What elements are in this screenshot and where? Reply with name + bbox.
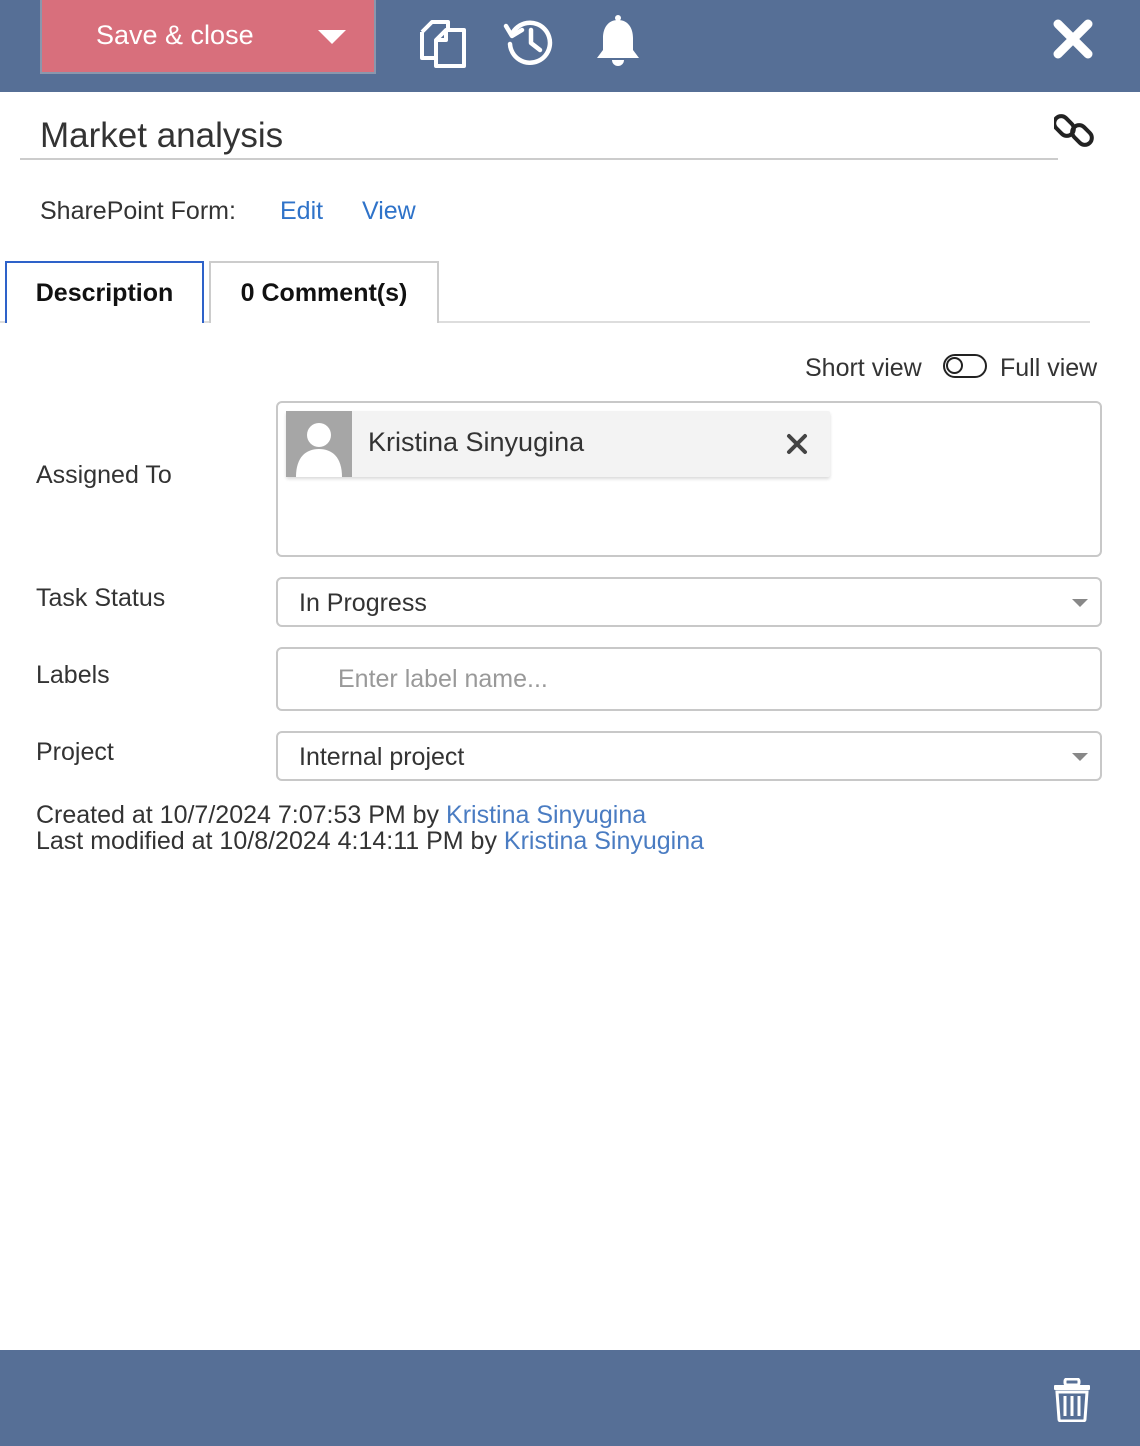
modified-by-link[interactable]: Kristina Sinyugina	[504, 827, 704, 855]
avatar	[286, 411, 352, 477]
user-chip-name: Kristina Sinyugina	[368, 427, 585, 457]
chevron-down-icon[interactable]	[318, 30, 346, 44]
task-status-value: In Progress	[299, 589, 427, 617]
assigned-to-label: Assigned To	[36, 461, 172, 489]
full-view-label: Full view	[1000, 354, 1098, 382]
task-status-select[interactable]: In Progress	[276, 577, 1102, 627]
project-label: Project	[36, 738, 114, 766]
save-close-label: Save & close	[96, 20, 254, 50]
sharepoint-view-link[interactable]: View	[362, 197, 416, 226]
copy-icon[interactable]	[414, 14, 470, 70]
short-view-label: Short view	[805, 354, 922, 382]
link-icon[interactable]	[1054, 110, 1094, 150]
project-value: Internal project	[299, 743, 465, 771]
labels-input[interactable]	[276, 647, 1102, 711]
modified-info: Last modified at 10/8/2024 4:14:11 PM by…	[36, 827, 704, 856]
dropdown-arrow-icon	[1072, 753, 1088, 761]
created-by-link[interactable]: Kristina Sinyugina	[446, 801, 646, 829]
sharepoint-edit-link[interactable]: Edit	[280, 197, 323, 226]
task-title-field[interactable]: Market analysis	[20, 108, 1058, 160]
view-toggle-switch[interactable]	[943, 354, 987, 378]
project-select[interactable]: Internal project	[276, 731, 1102, 781]
task-status-label: Task Status	[36, 584, 166, 612]
tab-comments[interactable]: 0 Comment(s)	[209, 261, 439, 323]
history-icon[interactable]	[502, 14, 558, 70]
dropdown-arrow-icon	[1072, 599, 1088, 607]
created-text: Created at 10/7/2024 7:07:53 PM by	[36, 801, 440, 829]
created-info: Created at 10/7/2024 7:07:53 PM by Krist…	[36, 801, 646, 830]
labels-label: Labels	[36, 661, 110, 689]
modified-text: Last modified at 10/8/2024 4:14:11 PM by	[36, 827, 497, 855]
sharepoint-form-label: SharePoint Form:	[40, 197, 236, 225]
user-placeholder-icon	[296, 423, 342, 477]
assigned-to-field[interactable]: Kristina Sinyugina	[276, 401, 1102, 557]
tab-description[interactable]: Description	[5, 261, 204, 323]
trash-icon[interactable]	[1052, 1378, 1092, 1422]
toggle-knob	[946, 357, 963, 374]
bottom-toolbar	[0, 1350, 1140, 1446]
save-close-button[interactable]: Save & close	[40, 0, 376, 74]
bell-icon[interactable]	[590, 14, 646, 70]
top-toolbar: Save & close	[0, 0, 1140, 92]
close-icon[interactable]	[1048, 14, 1098, 64]
user-chip: Kristina Sinyugina	[286, 411, 830, 477]
remove-user-icon[interactable]	[784, 431, 810, 457]
